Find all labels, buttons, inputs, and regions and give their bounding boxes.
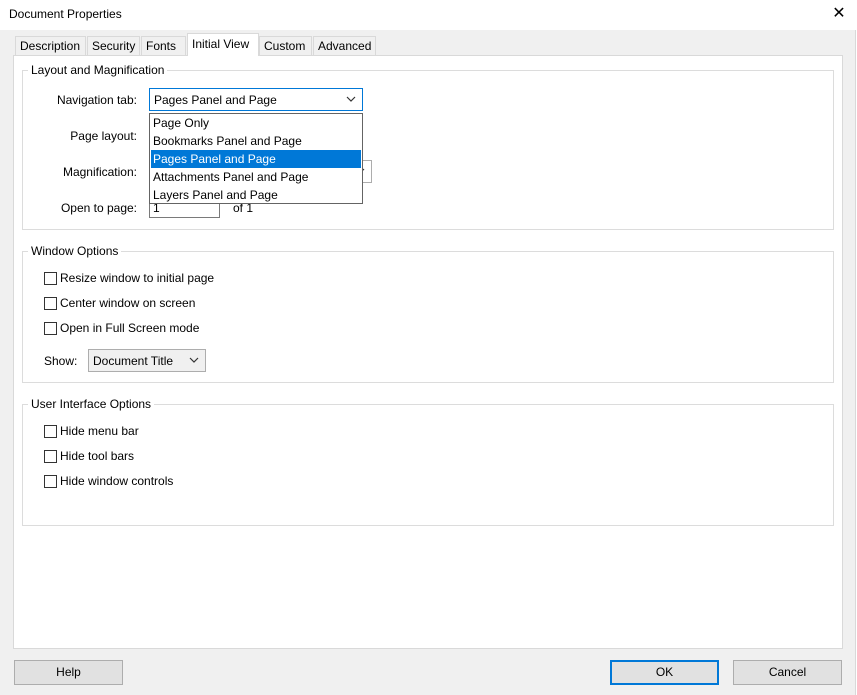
center-window-label: Center window on screen xyxy=(60,296,196,310)
cancel-button[interactable]: Cancel xyxy=(733,660,842,685)
close-icon[interactable]: ✕ xyxy=(828,3,850,25)
navigation-tab-dropdown: Page Only Bookmarks Panel and Page Pages… xyxy=(149,113,363,204)
chevron-down-icon xyxy=(189,357,199,363)
window-title: Document Properties xyxy=(9,7,122,21)
tab-description[interactable]: Description xyxy=(15,36,86,55)
show-value: Document Title xyxy=(93,354,174,368)
help-button[interactable]: Help xyxy=(14,660,123,685)
magnification-label: Magnification: xyxy=(62,165,137,179)
window-edge xyxy=(855,30,856,695)
navigation-tab-label: Navigation tab: xyxy=(56,93,137,107)
layout-group-title: Layout and Magnification xyxy=(28,63,168,77)
option-pages-panel[interactable]: Pages Panel and Page xyxy=(151,150,361,168)
hide-window-controls-checkbox[interactable] xyxy=(44,475,57,488)
show-label: Show: xyxy=(44,354,78,368)
option-page-only[interactable]: Page Only xyxy=(151,114,361,132)
open-to-page-label: Open to page: xyxy=(60,201,137,215)
title-bar xyxy=(0,0,857,30)
tab-fonts[interactable]: Fonts xyxy=(141,36,186,55)
hide-window-controls-label: Hide window controls xyxy=(60,474,174,488)
hide-toolbars-checkbox[interactable] xyxy=(44,450,57,463)
show-select[interactable]: Document Title xyxy=(88,349,206,372)
resize-window-label: Resize window to initial page xyxy=(60,271,215,285)
chevron-down-icon xyxy=(346,96,356,102)
tab-advanced[interactable]: Advanced xyxy=(313,36,376,55)
tab-initial-view[interactable]: Initial View xyxy=(187,33,259,56)
hide-toolbars-label: Hide tool bars xyxy=(60,449,135,463)
option-bookmarks-panel[interactable]: Bookmarks Panel and Page xyxy=(151,132,361,150)
ui-options-group xyxy=(22,404,834,526)
option-layers-panel[interactable]: Layers Panel and Page xyxy=(151,186,361,204)
ui-options-title: User Interface Options xyxy=(28,397,155,411)
fullscreen-label: Open in Full Screen mode xyxy=(60,321,200,335)
center-window-checkbox[interactable] xyxy=(44,297,57,310)
page-layout-label: Page layout: xyxy=(70,129,137,143)
tab-custom[interactable]: Custom xyxy=(259,36,312,55)
navigation-tab-value: Pages Panel and Page xyxy=(154,93,277,107)
navigation-tab-select[interactable]: Pages Panel and Page xyxy=(149,88,363,111)
hide-menu-checkbox[interactable] xyxy=(44,425,57,438)
tab-security[interactable]: Security xyxy=(87,36,140,55)
option-attachments-panel[interactable]: Attachments Panel and Page xyxy=(151,168,361,186)
ok-button[interactable]: OK xyxy=(610,660,719,685)
window-options-title: Window Options xyxy=(28,244,122,258)
fullscreen-checkbox[interactable] xyxy=(44,322,57,335)
resize-window-checkbox[interactable] xyxy=(44,272,57,285)
hide-menu-label: Hide menu bar xyxy=(60,424,139,438)
layout-magnification-group xyxy=(22,70,834,230)
